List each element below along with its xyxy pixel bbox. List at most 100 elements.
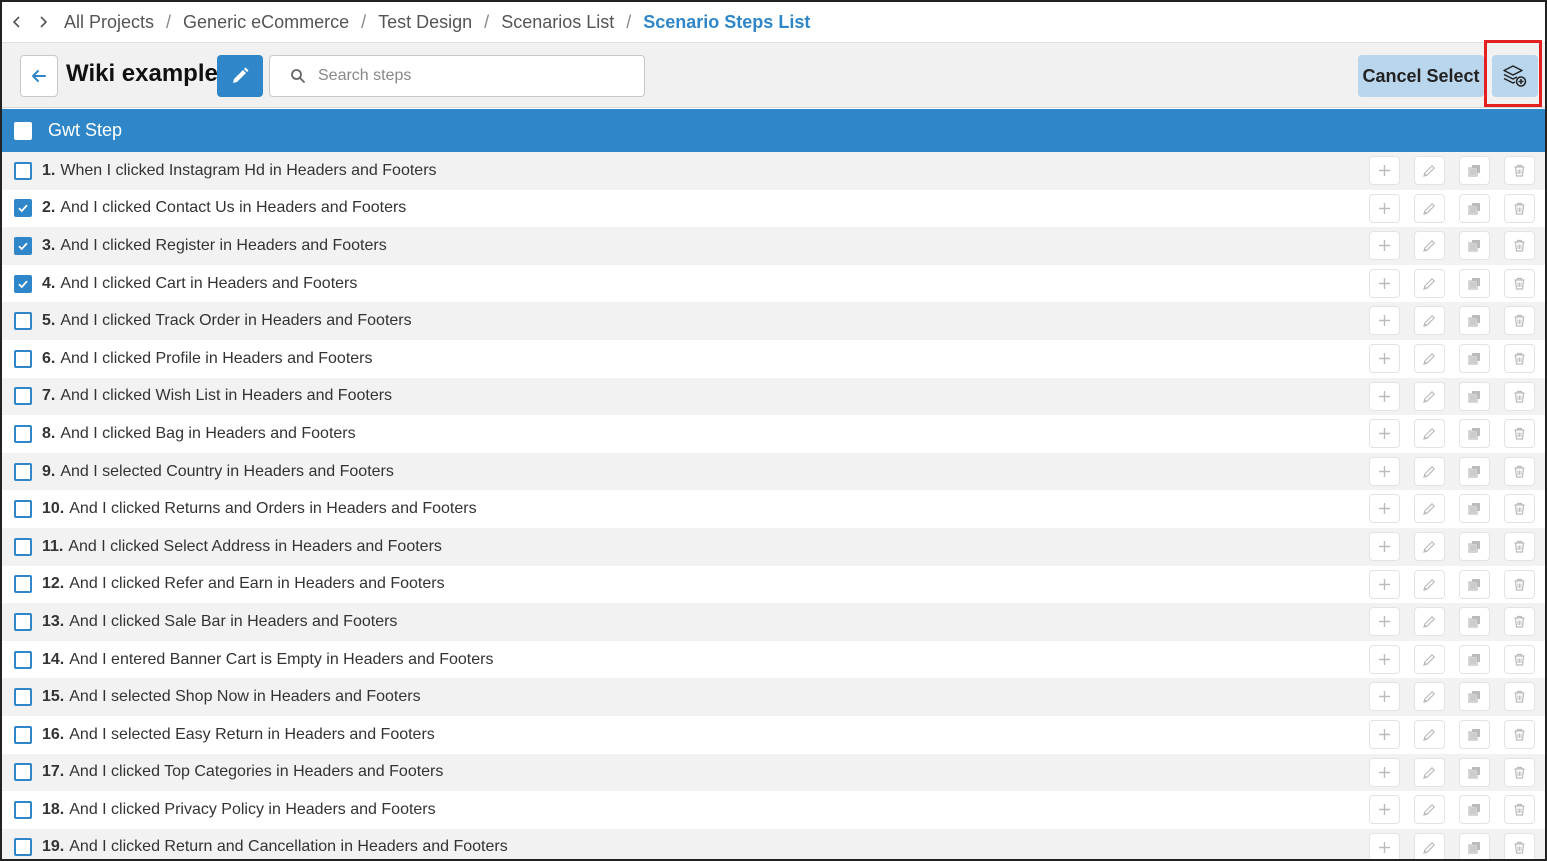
add-step-button[interactable] [1369,644,1400,674]
row-checkbox[interactable] [14,688,32,707]
duplicate-step-button[interactable] [1459,419,1490,449]
add-step-button[interactable] [1369,343,1400,373]
table-row[interactable]: 2. And I clicked Contact Us in Headers an… [2,189,1545,228]
duplicate-step-button[interactable] [1459,644,1490,674]
row-checkbox[interactable] [14,312,32,331]
row-checkbox[interactable] [14,387,32,406]
duplicate-step-button[interactable] [1459,193,1490,223]
edit-step-button[interactable] [1414,156,1445,185]
delete-step-button[interactable] [1504,494,1535,524]
edit-step-button[interactable] [1414,682,1445,712]
delete-step-button[interactable] [1504,682,1535,712]
table-row[interactable]: 6. And I clicked Profile in Headers and F… [2,339,1545,378]
delete-step-button[interactable] [1504,156,1535,185]
add-step-button[interactable] [1369,456,1400,486]
duplicate-step-button[interactable] [1459,531,1490,561]
search-steps-field[interactable] [269,55,645,97]
edit-title-button[interactable] [217,55,263,97]
edit-step-button[interactable] [1414,757,1445,787]
delete-step-button[interactable] [1504,343,1535,373]
delete-step-button[interactable] [1504,832,1535,859]
add-step-button[interactable] [1369,494,1400,524]
add-step-button[interactable] [1369,569,1400,599]
duplicate-step-button[interactable] [1459,306,1490,336]
delete-step-button[interactable] [1504,456,1535,486]
row-checkbox[interactable] [14,462,32,481]
row-checkbox[interactable] [14,612,32,631]
row-checkbox[interactable] [14,349,32,368]
row-checkbox[interactable] [14,274,32,293]
table-row[interactable]: 5. And I clicked Track Order in Headers a… [2,302,1545,340]
duplicate-step-button[interactable] [1459,795,1490,825]
breadcrumb-test-design[interactable]: Test Design [378,12,472,33]
duplicate-step-button[interactable] [1459,494,1490,524]
table-row[interactable]: 7. And I clicked Wish List in Headers and… [2,377,1545,416]
duplicate-step-button[interactable] [1459,381,1490,411]
add-step-button[interactable] [1369,531,1400,561]
delete-step-button[interactable] [1504,381,1535,411]
add-step-button[interactable] [1369,757,1400,787]
add-step-button[interactable] [1369,795,1400,825]
row-checkbox[interactable] [14,725,32,744]
row-checkbox[interactable] [14,800,32,819]
row-checkbox[interactable] [14,500,32,519]
duplicate-step-button[interactable] [1459,343,1490,373]
row-checkbox[interactable] [14,650,32,669]
cancel-select-button[interactable]: Cancel Select [1358,55,1484,97]
add-to-layers-button[interactable] [1492,55,1538,97]
add-step-button[interactable] [1369,381,1400,411]
add-step-button[interactable] [1369,607,1400,637]
row-checkbox[interactable] [14,838,32,857]
row-checkbox[interactable] [14,161,32,180]
table-row[interactable]: 17. And I clicked Top Categories in Heade… [2,753,1545,792]
edit-step-button[interactable] [1414,494,1445,524]
delete-step-button[interactable] [1504,419,1535,449]
row-checkbox[interactable] [14,199,32,218]
add-step-button[interactable] [1369,719,1400,749]
row-checkbox[interactable] [14,575,32,594]
row-checkbox[interactable] [14,537,32,556]
duplicate-step-button[interactable] [1459,832,1490,859]
add-step-button[interactable] [1369,156,1400,185]
duplicate-step-button[interactable] [1459,682,1490,712]
edit-step-button[interactable] [1414,607,1445,637]
table-row[interactable]: 15. And I selected Shop Now in Headers an… [2,678,1545,716]
add-step-button[interactable] [1369,268,1400,298]
table-row[interactable]: 13. And I clicked Sale Bar in Headers and… [2,603,1545,641]
duplicate-step-button[interactable] [1459,231,1490,261]
edit-step-button[interactable] [1414,231,1445,261]
delete-step-button[interactable] [1504,795,1535,825]
duplicate-step-button[interactable] [1459,456,1490,486]
delete-step-button[interactable] [1504,231,1535,261]
add-step-button[interactable] [1369,419,1400,449]
edit-step-button[interactable] [1414,419,1445,449]
delete-step-button[interactable] [1504,569,1535,599]
edit-step-button[interactable] [1414,268,1445,298]
breadcrumb-scenarios-list[interactable]: Scenarios List [501,12,614,33]
breadcrumb-all-projects[interactable]: All Projects [64,12,154,33]
add-step-button[interactable] [1369,306,1400,336]
duplicate-step-button[interactable] [1459,757,1490,787]
table-row[interactable]: 19. And I clicked Return and Cancellation… [2,828,1545,859]
delete-step-button[interactable] [1504,268,1535,298]
delete-step-button[interactable] [1504,306,1535,336]
edit-step-button[interactable] [1414,644,1445,674]
edit-step-button[interactable] [1414,193,1445,223]
add-step-button[interactable] [1369,682,1400,712]
delete-step-button[interactable] [1504,607,1535,637]
edit-step-button[interactable] [1414,832,1445,859]
table-row[interactable]: 4. And I clicked Cart in Headers and Foot… [2,264,1545,303]
duplicate-step-button[interactable] [1459,569,1490,599]
row-checkbox[interactable] [14,236,32,255]
delete-step-button[interactable] [1504,531,1535,561]
row-checkbox[interactable] [14,763,32,782]
table-row[interactable]: 18. And I clicked Privacy Policy in Heade… [2,791,1545,829]
table-row[interactable]: 8. And I clicked Bag in Headers and Foote… [2,415,1545,453]
duplicate-step-button[interactable] [1459,607,1490,637]
edit-step-button[interactable] [1414,343,1445,373]
table-row[interactable]: 9. And I selected Country in Headers and … [2,452,1545,491]
duplicate-step-button[interactable] [1459,156,1490,185]
add-step-button[interactable] [1369,231,1400,261]
edit-step-button[interactable] [1414,795,1445,825]
edit-step-button[interactable] [1414,306,1445,336]
